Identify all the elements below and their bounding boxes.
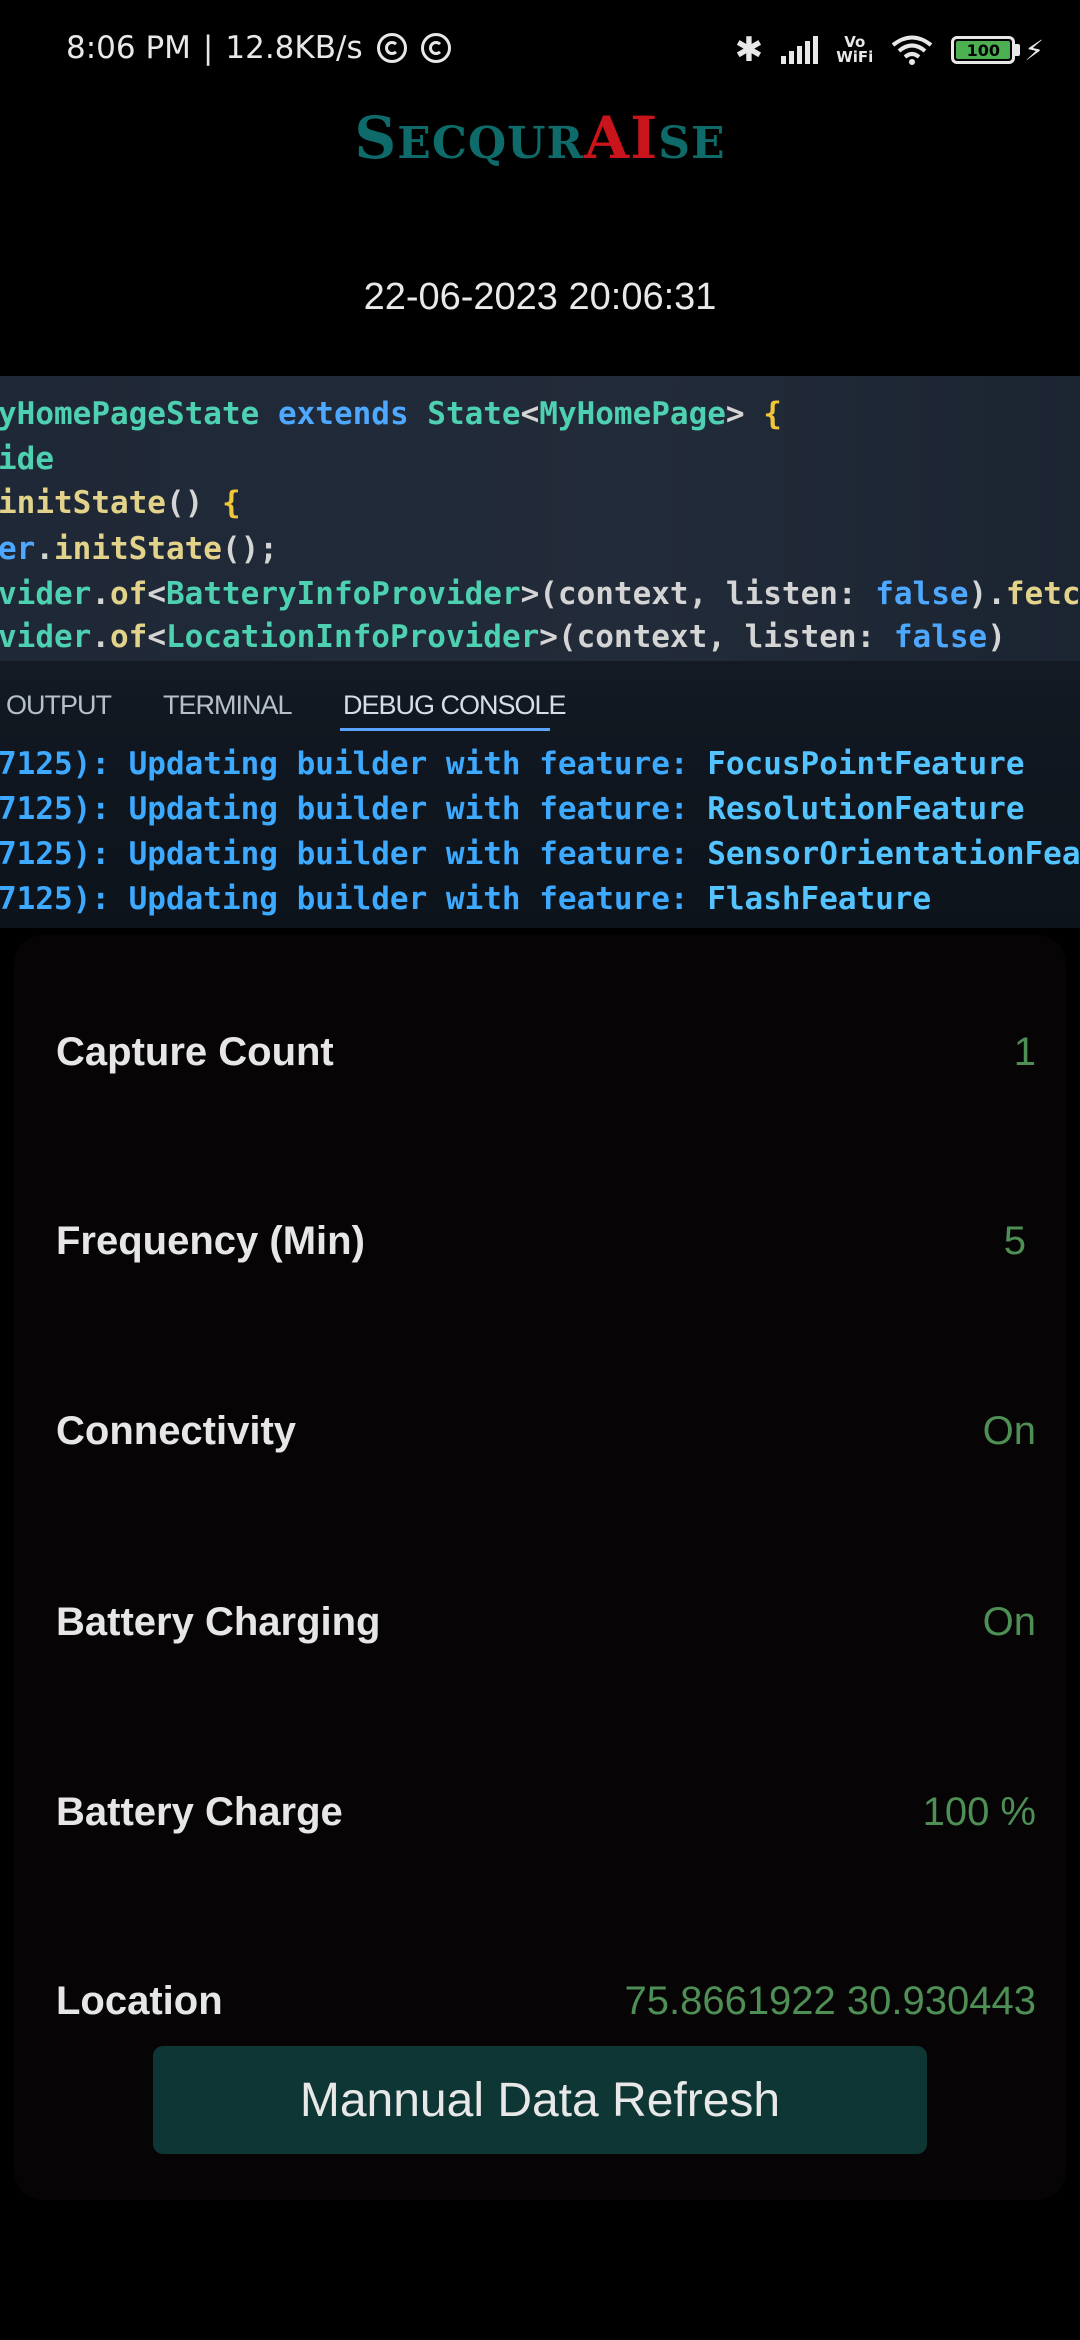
battery-level: 100	[956, 41, 1011, 60]
code-token: <	[520, 396, 540, 432]
console-feature: SensorOrientationFeatur	[707, 836, 1080, 872]
code-editor-area: yHomePageState extends State<MyHomePage>…	[0, 376, 1080, 661]
code-token: of	[110, 619, 148, 655]
info-label: Connectivity	[56, 1408, 297, 1453]
logo-part: AI	[584, 104, 659, 172]
console-line: 7125): Updating builder with feature: Se…	[0, 836, 1080, 872]
info-value: On	[982, 1599, 1036, 1644]
manual-refresh-button[interactable]: Mannual Data Refresh	[153, 2046, 927, 2154]
code-line: initState() {	[0, 485, 241, 521]
capture-datetime: 22-06-2023 20:06:31	[363, 276, 717, 318]
status-separator: |	[202, 30, 214, 66]
code-token: fetchBa	[1005, 576, 1080, 612]
code-line: vider.of<LocationInfoProvider>(context, …	[0, 619, 1006, 655]
info-row-battery-charge: Battery Charge 100 %	[56, 1772, 1036, 1852]
vowifi-bottom: WiFi	[836, 48, 874, 66]
code-token: <	[147, 576, 166, 612]
code-token: initState	[54, 531, 222, 567]
code-token: {	[763, 396, 782, 432]
console-prefix: 7125): Updating builder with feature:	[0, 836, 708, 872]
code-token: ide	[0, 441, 54, 477]
code-token: ();	[221, 531, 278, 567]
info-label: Capture Count	[56, 1029, 334, 1074]
bluetooth-icon: ✱	[734, 30, 764, 70]
tab-output: OUTPUT	[6, 690, 112, 720]
code-token: vider	[0, 619, 92, 655]
cell-signal-icon	[781, 36, 819, 64]
tab-terminal: TERMINAL	[163, 690, 293, 720]
code-token: )	[987, 619, 1006, 655]
code-token: initState	[0, 485, 166, 521]
info-label: Frequency (Min)	[56, 1218, 365, 1263]
logo-part: ECQUR	[397, 118, 585, 169]
status-left: 8:06 PM | 12.8KB/s	[66, 30, 451, 66]
code-token: MyHomePage	[539, 396, 726, 432]
tab-debug-console: DEBUG CONSOLE	[343, 690, 567, 720]
code-line: er.initState();	[0, 531, 278, 567]
code-token: >(context, listen:	[520, 576, 876, 612]
code-token: {	[221, 485, 241, 521]
code-token: false	[893, 619, 988, 655]
info-value: 75.8661922 30.930443	[624, 1978, 1036, 2023]
info-label: Battery Charging	[56, 1599, 381, 1644]
console-prefix: 7125): Updating builder with feature:	[0, 881, 708, 917]
logo-part: S	[354, 104, 398, 172]
code-line: yHomePageState extends State<MyHomePage>…	[0, 396, 782, 432]
code-token: LocationInfoProvider	[166, 619, 540, 655]
console-feature: FlashFeature	[707, 881, 932, 917]
console-prefix: 7125): Updating builder with feature:	[0, 746, 708, 782]
charging-bolt-icon: ⚡	[1024, 33, 1044, 67]
code-token: >(context, listen:	[539, 619, 894, 655]
info-value: 1	[1013, 1029, 1036, 1074]
code-token: <	[147, 619, 166, 655]
info-row-frequency: Frequency (Min) 5	[56, 1201, 1036, 1281]
code-token: >	[725, 396, 764, 432]
code-line: vider.of<BatteryInfoProvider>(context, l…	[0, 576, 1080, 612]
console-prefix: 7125): Updating builder with feature:	[0, 791, 708, 827]
info-value: 5	[1003, 1218, 1026, 1263]
status-time: 8:06 PM	[66, 30, 191, 66]
network-speed: 12.8KB/s	[225, 30, 363, 66]
code-token: .	[35, 531, 54, 567]
console-feature: ResolutionFeature	[707, 791, 1025, 827]
console-line: 7125): Updating builder with feature: Re…	[0, 791, 1025, 827]
battery-icon: 100 ⚡	[951, 34, 1044, 67]
status-bar: 8:06 PM | 12.8KB/s ✱ Vo WiFi 100 ⚡	[0, 0, 1080, 100]
notification-icon	[376, 33, 407, 63]
code-token: extends	[277, 396, 428, 432]
info-value: 100 %	[922, 1789, 1036, 1834]
code-token: ).	[968, 576, 1006, 612]
info-row-battery-charging: Battery Charging On	[56, 1582, 1036, 1662]
status-right: ✱ Vo WiFi 100 ⚡	[735, 30, 1044, 70]
code-line: ide	[0, 441, 54, 477]
info-row-capture-count: Capture Count 1	[56, 1012, 1036, 1092]
active-tab-underline	[340, 728, 550, 731]
info-label: Location	[56, 1978, 223, 2023]
app-logo: SECQURAISE	[0, 104, 1080, 172]
code-token: er	[0, 531, 36, 567]
notification-icon	[420, 33, 451, 63]
code-token: yHomePageState	[0, 396, 278, 432]
code-token: vider	[0, 576, 92, 612]
panel-tabs: OUTPUT TERMINAL DEBUG CONSOLE	[0, 676, 1080, 736]
code-token: BatteryInfoProvider	[166, 576, 521, 612]
info-card: Capture Count 1 Frequency (Min) 5 Connec…	[14, 935, 1066, 2200]
wifi-icon	[892, 35, 933, 65]
console-feature: FocusPointFeature	[707, 746, 1025, 782]
console-line: 7125): Updating builder with feature: Fo…	[0, 746, 1025, 782]
info-row-connectivity: Connectivity On	[56, 1391, 1036, 1471]
console-line: 7125): Updating builder with feature: Fl…	[0, 881, 931, 917]
code-token: .	[91, 619, 110, 655]
vowifi-icon: Vo WiFi	[836, 35, 873, 65]
info-row-location: Location 75.8661922 30.930443	[56, 1961, 1036, 2041]
code-token: State	[427, 396, 521, 432]
captured-image: yHomePageState extends State<MyHomePage>…	[0, 376, 1080, 928]
info-label: Battery Charge	[56, 1789, 343, 1834]
logo-part: SE	[658, 118, 726, 169]
code-token: of	[110, 576, 148, 612]
code-token: .	[91, 576, 110, 612]
code-token: ()	[165, 485, 222, 521]
info-value: On	[982, 1408, 1036, 1453]
code-token: false	[875, 576, 969, 612]
